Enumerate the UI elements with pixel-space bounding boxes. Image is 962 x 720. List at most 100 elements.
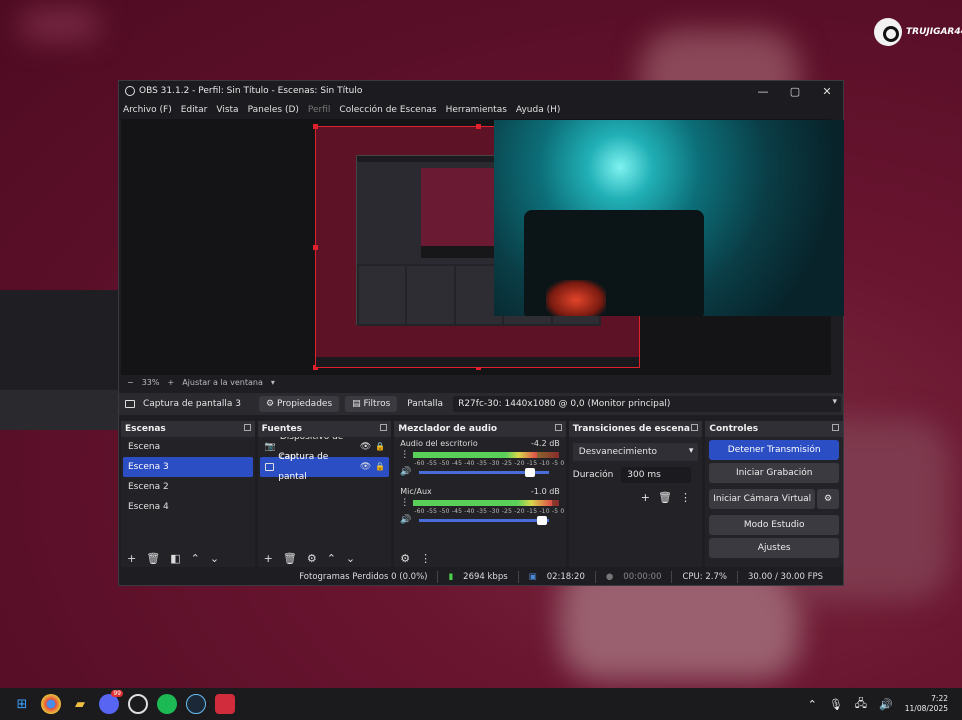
resize-handle[interactable] <box>476 124 481 129</box>
start-icon[interactable]: ⊞ <box>12 694 32 714</box>
transitions-dock: Transiciones de escena Desvanecimiento D… <box>568 421 703 567</box>
undock-icon[interactable] <box>380 424 388 431</box>
move-up-button[interactable]: ⌃ <box>191 552 200 565</box>
move-down-button[interactable]: ⌄ <box>346 552 355 565</box>
sources-dock-header: Fuentes <box>257 421 392 437</box>
steam-icon[interactable] <box>186 694 206 714</box>
undock-icon[interactable] <box>554 424 562 431</box>
advanced-audio-button[interactable]: ⚙ <box>400 552 410 565</box>
studio-mode-button[interactable]: Modo Estudio <box>709 515 839 535</box>
zoom-out-button[interactable]: − <box>127 378 134 387</box>
microphone-icon[interactable]: 🎙 <box>829 698 843 711</box>
channel-menu-icon[interactable]: ⋮ <box>400 498 409 508</box>
source-item-selected[interactable]: Captura de pantal 👁 🔒 <box>259 452 390 482</box>
duration-input[interactable]: 300 ms <box>621 467 692 483</box>
controls-title: Controles <box>709 424 759 434</box>
remove-source-button[interactable]: 🗑 <box>283 552 297 565</box>
obs-icon[interactable] <box>128 694 148 714</box>
network-icon[interactable]: 🖧 <box>855 695 867 714</box>
chrome-icon[interactable] <box>41 694 61 714</box>
move-down-button[interactable]: ⌄ <box>210 552 219 565</box>
scene-item[interactable]: Escena 4 <box>123 497 253 517</box>
filters-button[interactable]: ▤ Filtros <box>345 396 398 412</box>
meter-ticks: -60 -55 -50 -45 -40 -35 -30 -25 -20 -15 … <box>414 508 565 515</box>
remove-transition-button[interactable]: 🗑 <box>658 491 672 504</box>
display-select[interactable]: R27fc-30: 1440x1080 @ 0,0 (Monitor princ… <box>453 396 842 412</box>
lock-icon[interactable]: 🔒 <box>375 437 385 457</box>
spotify-icon[interactable] <box>157 694 177 714</box>
taskbar-apps: ⊞ ▰ 99 <box>0 690 235 714</box>
add-transition-button[interactable]: + <box>641 491 650 504</box>
undock-icon[interactable] <box>243 424 251 431</box>
volume-slider[interactable] <box>419 467 550 477</box>
stop-stream-button[interactable]: Detener Transmisión <box>709 440 839 460</box>
sources-toolbar: + 🗑 ⚙ ⌃ ⌄ <box>258 549 392 567</box>
duration-label: Duración <box>572 470 614 480</box>
speaker-icon[interactable]: 🔊 <box>400 467 411 477</box>
nested-dock <box>407 266 454 324</box>
clock-time: 7:22 <box>931 694 948 703</box>
volume-slider[interactable] <box>419 515 550 525</box>
move-up-button[interactable]: ⌃ <box>327 552 336 565</box>
menu-help[interactable]: Ayuda (H) <box>516 105 560 115</box>
add-scene-button[interactable]: + <box>127 552 136 565</box>
lock-icon[interactable]: 🔒 <box>375 457 385 477</box>
close-button[interactable]: ✕ <box>811 85 843 98</box>
app-icon[interactable] <box>215 694 235 714</box>
virtual-camera-settings-gear-icon[interactable]: ⚙ <box>817 489 839 509</box>
menu-file[interactable]: Archivo (F) <box>123 105 172 115</box>
system-tray: ⌃ 🎙 🖧 🔊 7:22 11/08/2025 <box>808 694 962 714</box>
chevron-up-icon[interactable]: ⌃ <box>808 698 817 711</box>
resize-handle[interactable] <box>313 245 318 250</box>
title-bar[interactable]: OBS 31.1.2 - Perfil: Sin Título - Escena… <box>119 81 843 101</box>
undock-icon[interactable] <box>691 424 699 431</box>
fps: 30.00 / 30.00 FPS <box>747 572 823 582</box>
controls-header: Controles <box>705 421 843 437</box>
virtual-camera-row: Iniciar Cámara Virtual ⚙ <box>705 486 843 512</box>
volume-icon[interactable]: 🔊 <box>879 698 893 711</box>
slider-knob[interactable] <box>537 515 548 525</box>
menu-docks[interactable]: Paneles (D) <box>248 105 299 115</box>
stream-time: 02:18:20 <box>546 572 585 582</box>
divider <box>594 571 596 583</box>
zoom-dropdown[interactable]: ▾ <box>271 378 275 387</box>
scene-item[interactable]: Escena 2 <box>123 477 253 497</box>
menu-scene-collection[interactable]: Colección de Escenas <box>339 105 436 115</box>
transition-menu-button[interactable]: ⋮ <box>680 491 691 504</box>
channel-db: -1.0 dB <box>531 487 560 496</box>
menu-edit[interactable]: Editar <box>181 105 208 115</box>
minimize-button[interactable]: — <box>747 85 779 98</box>
scene-item[interactable]: Escena <box>123 437 253 457</box>
properties-label: Propiedades <box>276 399 333 409</box>
maximize-button[interactable]: ▢ <box>779 85 811 98</box>
resize-handle[interactable] <box>313 124 318 129</box>
virtual-camera-button[interactable]: Iniciar Cámara Virtual <box>709 489 815 509</box>
menu-view[interactable]: Vista <box>216 105 238 115</box>
folder-icon[interactable]: ▰ <box>70 694 90 714</box>
visibility-eye-icon[interactable]: 👁 <box>360 457 371 477</box>
scene-item-selected[interactable]: Escena 3 <box>123 457 253 477</box>
scene-filters-button[interactable]: ◧ <box>170 552 180 565</box>
undock-icon[interactable] <box>832 424 839 431</box>
remove-scene-button[interactable]: 🗑 <box>146 552 160 565</box>
add-source-button[interactable]: + <box>264 552 273 565</box>
slider-knob[interactable] <box>525 467 536 477</box>
transition-select[interactable]: Desvanecimiento <box>572 443 699 461</box>
camera-icon: 📷 <box>264 442 276 452</box>
start-recording-button[interactable]: Iniciar Grabación <box>709 463 839 483</box>
source-properties-button[interactable]: ⚙ <box>307 552 317 565</box>
settings-button[interactable]: Ajustes <box>709 538 839 558</box>
visibility-eye-icon[interactable]: 👁 <box>360 437 371 457</box>
discord-icon[interactable]: 99 <box>99 690 123 714</box>
menu-profile[interactable]: Perfil <box>308 105 331 115</box>
properties-button[interactable]: ⚙ Propiedades <box>259 396 340 412</box>
clock[interactable]: 7:22 11/08/2025 <box>905 694 948 714</box>
mixer-menu-button[interactable]: ⋮ <box>420 552 431 565</box>
windows-taskbar: ⊞ ▰ 99 ⌃ 🎙 🖧 🔊 7:22 11/08/2025 <box>0 688 962 720</box>
webcam-light <box>546 280 606 316</box>
menu-tools[interactable]: Herramientas <box>446 105 507 115</box>
channel-name: Audio del escritorio <box>400 439 478 448</box>
zoom-in-button[interactable]: + <box>167 378 174 387</box>
speaker-icon[interactable]: 🔊 <box>400 515 411 525</box>
channel-menu-icon[interactable]: ⋮ <box>400 450 409 460</box>
